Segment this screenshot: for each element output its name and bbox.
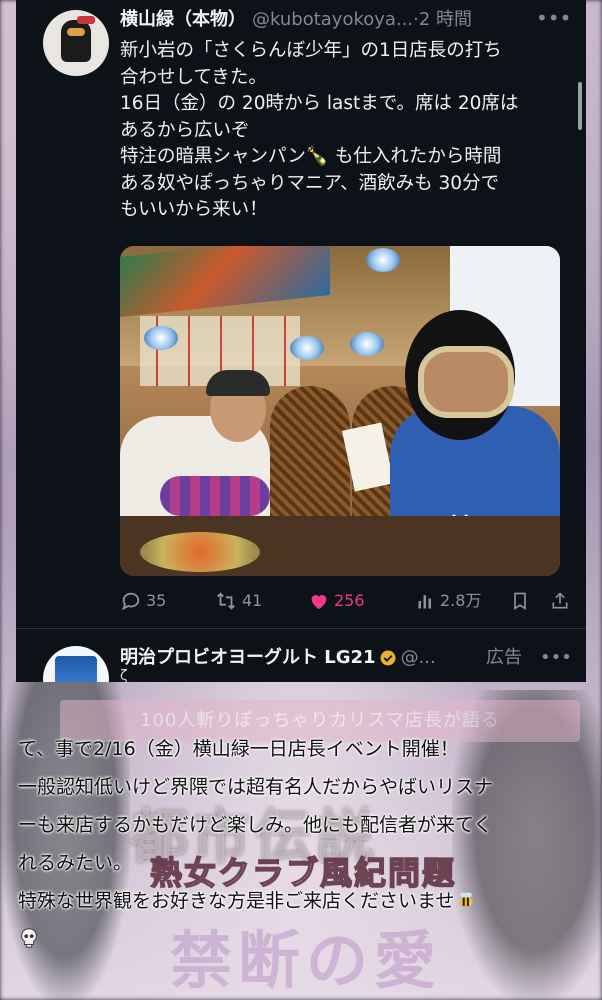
tweet-line: 新小岩の「さくらんぼ少年」の1日店長の打ち <box>120 40 502 61</box>
verified-badge-icon <box>380 650 396 666</box>
tweet-line: 合わせしてきた。 <box>120 66 267 88</box>
more-options-icon[interactable]: ••• <box>536 8 571 28</box>
avatar-mask <box>67 28 85 36</box>
reply-button[interactable]: 35 <box>120 585 166 615</box>
tweet-line: ある奴やぽっちゃりマニア、酒飲みも 30分で <box>120 172 500 194</box>
bookmark-icon <box>514 592 526 610</box>
views-button[interactable]: 2.8万 <box>416 585 481 615</box>
photo-lantern <box>366 248 400 272</box>
ad-display-name[interactable]: 明治プロビオヨーグルト LG21 <box>120 647 376 668</box>
photo-lei <box>160 476 270 516</box>
ad-text-cutoff: ζ <box>120 668 128 682</box>
caption-line: れるみたい。 <box>18 852 133 874</box>
photo-wrestling-mask <box>418 346 514 418</box>
ad-avatar[interactable] <box>43 646 109 682</box>
skull-emoji-icon <box>21 928 37 948</box>
caption-line: て、事で2/16（金）横山緑一日店長イベント開催！ <box>18 738 459 760</box>
avatar-figure <box>61 20 91 62</box>
photo-lantern <box>144 326 178 350</box>
scrollbar[interactable] <box>578 82 582 130</box>
tweet-line: 16日（金）の 20時から lastまで。席は 20席は <box>120 93 519 114</box>
caption-line: 特殊な世界観をお好きな方是非ご来店くださいませ <box>18 890 455 912</box>
retweet-icon <box>217 591 235 610</box>
avatar-accent <box>77 16 95 24</box>
reply-count: 35 <box>146 590 167 610</box>
ad-more-options-icon[interactable]: ••• <box>540 644 572 672</box>
share-icon <box>552 591 568 608</box>
heart-icon <box>311 594 327 609</box>
retweet-button[interactable]: 41 <box>214 585 262 615</box>
photo-food <box>140 532 260 572</box>
tweet-photo[interactable]: ⊔ <box>120 246 560 576</box>
caption-line: ーも来店するかもだけど楽しみ。他にも配信者が来てく <box>18 814 493 836</box>
tweet-line: もいいから来い！ <box>120 199 268 220</box>
bookmark-button[interactable] <box>510 585 530 615</box>
ad-handle[interactable]: @... <box>401 647 436 668</box>
handle[interactable]: @kubotayokoya... <box>252 9 413 30</box>
photo-cap <box>206 370 270 396</box>
retweet-count: 41 <box>242 590 263 610</box>
photo-lantern <box>290 336 324 360</box>
caption-line-with-emoji: 特殊な世界観をお好きな方是非ご来店くださいませ <box>18 882 593 920</box>
tweet-text: 新小岩の「さくらんぼ少年」の1日店長の打ち 合わせしてきた。 16日（金）の 2… <box>120 38 570 224</box>
yogurt-cup-icon <box>55 656 97 682</box>
views-count: 2.8万 <box>440 590 482 610</box>
views-icon <box>418 594 431 608</box>
photo-lantern <box>350 332 384 356</box>
tweet-screenshot: 横山緑（本物） @kubotayokoya...·2 時間 ••• 新小岩の「さく… <box>16 0 586 682</box>
tweet-header: 横山緑（本物） @kubotayokoya...·2 時間 <box>120 6 570 34</box>
display-name[interactable]: 横山緑（本物） <box>120 9 246 30</box>
video-caption: て、事で2/16（金）横山緑一日店長イベント開催！ 一般認知低いけど界隈では超有… <box>18 730 593 958</box>
tweet-divider <box>16 628 586 629</box>
share-button[interactable] <box>550 585 570 615</box>
tweet-actions: 35 41 256 2.8万 <box>120 585 570 615</box>
like-count: 256 <box>334 590 365 610</box>
ad-label: 広告 <box>486 647 522 668</box>
timestamp[interactable]: ·2 時間 <box>413 9 472 30</box>
caption-emoji-line <box>18 920 593 958</box>
like-button[interactable]: 256 <box>308 585 365 615</box>
avatar[interactable] <box>43 10 109 76</box>
ad-tweet-header: 明治プロビオヨーグルト LG21 @... 広告 ••• <box>120 644 572 672</box>
tweet-line: あるから広いぞ <box>120 119 250 141</box>
bee-emoji-icon <box>459 892 474 907</box>
reply-icon <box>121 592 140 610</box>
tweet-line: 特注の暗黒シャンパン🍾 も仕入れたから時間 <box>120 146 502 167</box>
caption-line: 一般認知低いけど界隈では超有名人だからやばいリスナ <box>18 776 494 798</box>
